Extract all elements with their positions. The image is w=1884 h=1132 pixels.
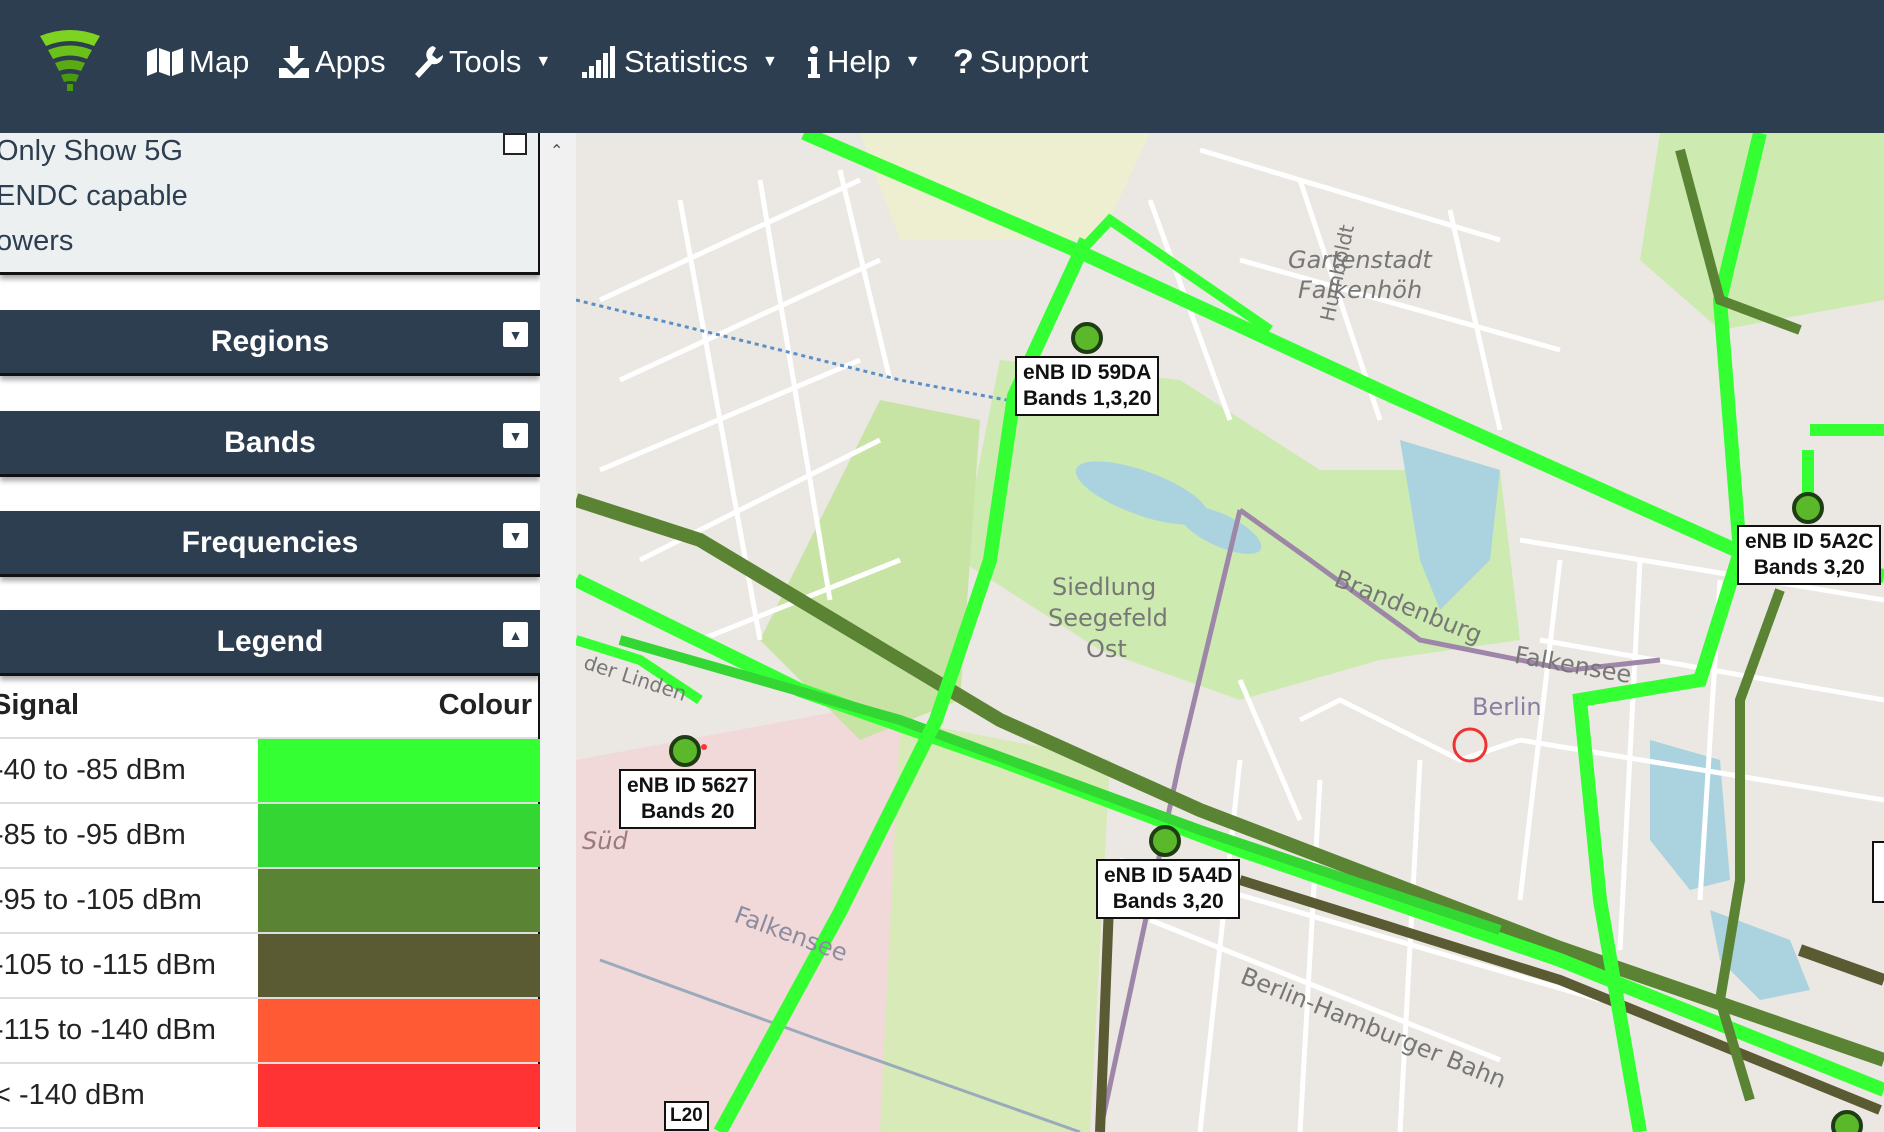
tower-label-5a2c[interactable]: eNB ID 5A2C Bands 3,20 — [1737, 525, 1882, 585]
nav-map[interactable]: Map — [147, 40, 249, 84]
tower-label-5a4d[interactable]: eNB ID 5A4D Bands 3,20 — [1096, 859, 1241, 919]
nav-apps[interactable]: Apps — [279, 40, 386, 84]
nav-support[interactable]: ? Support — [953, 40, 1088, 84]
legend-signal: -95 to -105 dBm — [0, 884, 202, 916]
regions-panel-header[interactable]: Regions ▼ — [0, 310, 540, 376]
legend-panel-header[interactable]: Legend ▲ — [0, 610, 540, 676]
tower-bands: Bands 1,3,20 — [1023, 387, 1152, 410]
chevron-down-icon: ▼ — [904, 53, 921, 70]
map-canvas — [576, 133, 1884, 1132]
place-siedlung: Siedlung — [1052, 573, 1157, 601]
tower-marker-5a4d[interactable] — [1149, 825, 1181, 857]
expand-icon[interactable]: ▼ — [503, 322, 528, 347]
scroll-up-icon[interactable]: ⌃ — [550, 141, 563, 160]
sidebar: Only Show 5G ENDC capable owers Regions ▼… — [0, 133, 540, 1132]
legend-header-row: Signal Colour — [0, 674, 538, 739]
expand-icon[interactable]: ▼ — [503, 423, 528, 448]
place-seegefeld: Seegefeld — [1048, 604, 1168, 632]
expand-icon[interactable]: ▼ — [503, 523, 528, 548]
nav-help-label: Help — [827, 44, 891, 79]
only-5g-checkbox[interactable] — [503, 133, 527, 155]
tower-id: eNB ID 5A2C — [1745, 530, 1874, 553]
chevron-down-icon: ▼ — [535, 53, 552, 70]
tower-label-59da[interactable]: eNB ID 59DA Bands 1,3,20 — [1015, 356, 1160, 416]
tower-label-5627[interactable]: eNB ID 5627 Bands 20 — [619, 769, 757, 829]
legend-row: -40 to -85 dBm — [0, 739, 540, 804]
wrench-icon — [415, 46, 443, 78]
nav-support-label: Support — [979, 44, 1089, 79]
legend-signal: -105 to -115 dBm — [0, 949, 216, 981]
tower-id: eNB ID 5A4D — [1104, 864, 1233, 887]
legend-row: -95 to -105 dBm — [0, 869, 540, 934]
nav-tools[interactable]: Tools ▼ — [413, 40, 551, 84]
tower-id: eNB ID 59DA — [1023, 361, 1152, 384]
road-label-l20: L20 — [664, 1101, 709, 1131]
place-berlin: Berlin — [1472, 693, 1542, 721]
nav-statistics[interactable]: Statistics ▼ — [582, 40, 778, 84]
legend-signal: -40 to -85 dBm — [0, 754, 186, 786]
tower-marker-5a2c[interactable] — [1792, 492, 1824, 524]
filter-only-5g[interactable]: Only Show 5G — [0, 135, 183, 168]
legend-swatch — [258, 1064, 540, 1127]
legend-swatch — [258, 804, 540, 867]
chevron-down-icon: ▼ — [762, 53, 778, 70]
colour-header: Colour — [438, 689, 532, 721]
tower-label-partial[interactable] — [1872, 841, 1884, 903]
tower-bands: Bands 3,20 — [1753, 556, 1865, 579]
legend-signal: < -140 dBm — [0, 1079, 145, 1111]
bands-panel-header[interactable]: Bands ▼ — [0, 411, 540, 477]
place-ost: Ost — [1086, 635, 1127, 663]
place-sud: Süd — [582, 827, 628, 855]
tower-bands: Bands 3,20 — [1112, 890, 1224, 913]
info-icon — [808, 46, 820, 78]
logo-icon[interactable] — [36, 26, 104, 92]
legend-table: Signal Colour -40 to -85 dBm -85 to -95 d… — [0, 674, 540, 1129]
tower-bands: Bands 20 — [641, 800, 735, 823]
tower-id: eNB ID 5627 — [627, 774, 749, 797]
tower-marker-59da[interactable] — [1071, 322, 1103, 354]
tower-marker-5627[interactable] — [669, 735, 701, 767]
filter-options: Only Show 5G ENDC capable owers — [0, 133, 540, 275]
map-icon — [147, 48, 183, 76]
frequencies-title: Frequencies — [181, 525, 359, 559]
tower-marker-offscreen[interactable] — [1831, 1110, 1863, 1132]
frequencies-panel-header[interactable]: Frequencies ▼ — [0, 511, 540, 577]
top-navbar: Map Apps Tools ▼ Statistics ▼ Help ▼ ? Supp… — [0, 0, 1884, 133]
place-gartenstadt: Gartenstadt — [1288, 246, 1432, 274]
bands-title: Bands — [224, 425, 316, 459]
signal-header: Signal — [0, 689, 80, 721]
download-icon — [279, 46, 309, 78]
legend-swatch — [258, 999, 540, 1062]
legend-row: -105 to -115 dBm — [0, 934, 540, 999]
legend-swatch — [258, 739, 540, 802]
legend-signal: -85 to -95 dBm — [0, 819, 186, 851]
filter-towers[interactable]: owers — [0, 225, 73, 258]
sidebar-scrollbar[interactable]: ⌃ — [540, 133, 576, 1132]
regions-title: Regions — [210, 324, 330, 358]
collapse-icon[interactable]: ▲ — [503, 622, 528, 647]
legend-row: < -140 dBm — [0, 1064, 540, 1129]
coverage-map[interactable]: Humboldt Gartenstadt Falkenhöh Siedlung … — [576, 133, 1884, 1132]
legend-row: -115 to -140 dBm — [0, 999, 540, 1064]
legend-signal: -115 to -140 dBm — [0, 1014, 216, 1046]
legend-swatch — [258, 934, 540, 997]
question-icon: ? — [953, 42, 974, 81]
nav-map-label: Map — [189, 44, 250, 79]
legend-row: -85 to -95 dBm — [0, 804, 540, 869]
nav-apps-label: Apps — [315, 44, 386, 79]
nav-help[interactable]: Help ▼ — [807, 40, 921, 84]
filter-endc-capable[interactable]: ENDC capable — [0, 180, 188, 213]
place-falkenhoh: Falkenhöh — [1298, 276, 1423, 304]
signal-bars-icon — [582, 46, 615, 78]
nav-tools-label: Tools — [449, 44, 522, 79]
nav-statistics-label: Statistics — [624, 44, 749, 79]
legend-title: Legend — [216, 624, 324, 658]
legend-swatch — [258, 869, 540, 932]
